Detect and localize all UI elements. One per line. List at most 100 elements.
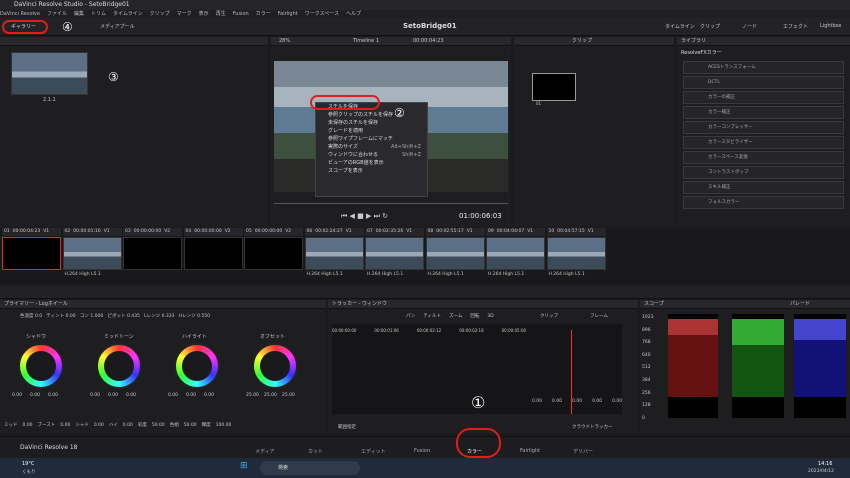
taskbar-search[interactable]: 検索 [260,461,360,475]
library-fx-item[interactable]: カラーコンプレッサー [683,121,844,134]
context-menu-item[interactable]: 未保存のスチルを保存 [316,119,427,127]
primary-bottom-value[interactable]: 100.00 [216,423,232,428]
context-menu-item[interactable]: 参照ワイプフレームにマッチ [316,135,427,143]
gallery-button[interactable]: ギャラリー [11,23,36,30]
wheel-value[interactable]: 25.00 [282,393,295,398]
thumb-clip[interactable] [365,237,424,270]
weather-temp[interactable]: 19°C [22,461,34,467]
timeline-selector[interactable]: Timeline 1 [353,37,379,46]
context-menu-item[interactable]: ビューアのRGB値を表示 [316,159,427,167]
thumb-clip[interactable] [183,237,243,270]
wheel-value[interactable]: 0.00 [30,393,40,398]
scope-mode[interactable]: パレード [790,300,810,309]
library-fx-item[interactable]: カラー補正 [683,106,844,119]
effects-button[interactable]: エフェクト [783,23,808,30]
context-menu-item[interactable]: スコープを表示 [316,167,427,175]
lrange-value[interactable]: 0.333 [162,314,175,319]
page-tab-5[interactable]: Fairlight [520,448,540,454]
transport-controls[interactable]: ⏮ ◀ ■ ▶ ⏭ ↻ [341,212,388,221]
tracker-option[interactable]: 回転 [470,314,479,319]
menu-item-2[interactable]: 編集 [74,11,84,17]
menu-item-0[interactable]: DaVinci Resolve [0,11,40,17]
page-tab-2[interactable]: エディット [361,448,386,455]
page-tab-1[interactable]: カット [308,448,323,455]
wheel-value[interactable]: 25.00 [264,393,277,398]
menu-item-4[interactable]: タイムライン [113,11,143,17]
wheel-value[interactable]: 0.00 [168,393,178,398]
thumb-clip[interactable] [486,237,545,270]
hrange-value[interactable]: 0.550 [197,314,210,319]
windows-start-icon[interactable]: ⊞ [240,461,248,471]
thumb-clip[interactable] [2,237,61,270]
library-fx-item[interactable]: ACESトランスフォーム [683,61,844,74]
menu-item-12[interactable]: ワークスペース [305,11,339,17]
library-tab[interactable]: ライブラリ [681,37,706,46]
thumb-clip[interactable] [244,237,303,270]
pivot-value[interactable]: 0.435 [127,314,140,319]
wheel-value[interactable]: 0.00 [48,393,58,398]
gallery-still[interactable] [11,52,88,95]
wheel-value[interactable]: 0.00 [12,393,22,398]
primary-bottom-value[interactable]: 0.00 [23,423,33,428]
menu-item-6[interactable]: マーク [177,11,192,17]
thumb-clip[interactable] [425,237,485,270]
context-menu-item[interactable]: 参照クリップのスチルを保存 [316,111,427,119]
wheel-value[interactable]: 0.00 [108,393,118,398]
wheel-value[interactable]: 0.00 [90,393,100,398]
wheel-value[interactable]: 0.00 [186,393,196,398]
page-tab-6[interactable]: デリバー [573,448,593,455]
context-menu-item[interactable]: 実際のサイズ Alt+Shift+Z [316,143,427,151]
page-tab-3[interactable]: Fusion [414,448,430,454]
clock-time[interactable]: 14:16 [818,461,832,467]
contrast-value[interactable]: 1.000 [90,314,103,319]
timeline-button[interactable]: タイムライン [665,23,695,30]
media-pool-button[interactable]: メディアプール [100,23,135,30]
tracker-clip-tab[interactable]: クリップ [540,313,558,319]
library-fx-item[interactable]: フォルスカラー [683,196,844,209]
primary-bottom-value[interactable]: 50.00 [184,423,197,428]
tracker-option[interactable]: パン [406,314,415,319]
menu-item-3[interactable]: トリム [91,11,106,17]
primary-bottom-value[interactable]: 0.00 [123,423,133,428]
tracker-mode-selector[interactable]: クラウドトラッカー [572,424,613,430]
thumb-clip[interactable] [546,237,606,270]
menu-item-8[interactable]: 再生 [216,11,226,17]
wheel-value[interactable]: 0.00 [126,393,136,398]
library-fx-item[interactable]: DCTL [683,76,844,89]
node-mode[interactable]: クリップ [572,37,592,46]
wheel-value[interactable]: 0.00 [204,393,214,398]
primary-bottom-value[interactable]: 0.00 [60,423,70,428]
context-menu-item[interactable]: グレードを適用 [316,127,427,135]
clip-button[interactable]: クリップ [700,23,720,30]
tint-value[interactable]: 0.00 [66,314,76,319]
tracker-option[interactable]: ティルト [423,314,441,319]
context-menu-item[interactable]: ウィンドウに合わせる Shift+Z [316,151,427,159]
node-01[interactable] [532,73,576,101]
color-wheel[interactable] [174,343,220,389]
menu-item-10[interactable]: カラー [256,11,271,17]
library-fx-item[interactable]: カラースタビライザー [683,136,844,149]
library-fx-item[interactable]: スキル補正 [683,181,844,194]
lightbox-button[interactable]: Lightbox [820,23,842,29]
thumb-clip[interactable] [304,237,364,270]
primary-bottom-value[interactable]: 0.00 [94,423,104,428]
menu-item-5[interactable]: クリップ [150,11,170,17]
thumb-clip[interactable] [123,237,182,270]
color-wheel[interactable] [18,343,64,389]
temp-value[interactable]: 0.0 [35,314,42,319]
wheel-value[interactable]: 25.00 [246,393,259,398]
zoom-level[interactable]: 28% [279,37,290,46]
range-option[interactable]: 範囲指定 [338,424,356,430]
node-button[interactable]: ノード [742,23,757,30]
menu-item-11[interactable]: Fairlight [278,11,298,17]
library-fx-item[interactable]: コントラストポップ [683,166,844,179]
menu-item-7[interactable]: 表示 [199,11,209,17]
tracker-frame-tab[interactable]: フレーム [590,313,608,319]
color-wheel[interactable] [96,343,142,389]
library-fx-item[interactable]: カラースペース変換 [683,151,844,164]
library-fx-item[interactable]: カラーの補正 [683,91,844,104]
menu-item-9[interactable]: Fusion [233,11,249,17]
page-tab-0[interactable]: メディア [255,448,275,455]
menu-item-13[interactable]: ヘルプ [346,11,361,17]
color-wheel[interactable] [252,343,298,389]
